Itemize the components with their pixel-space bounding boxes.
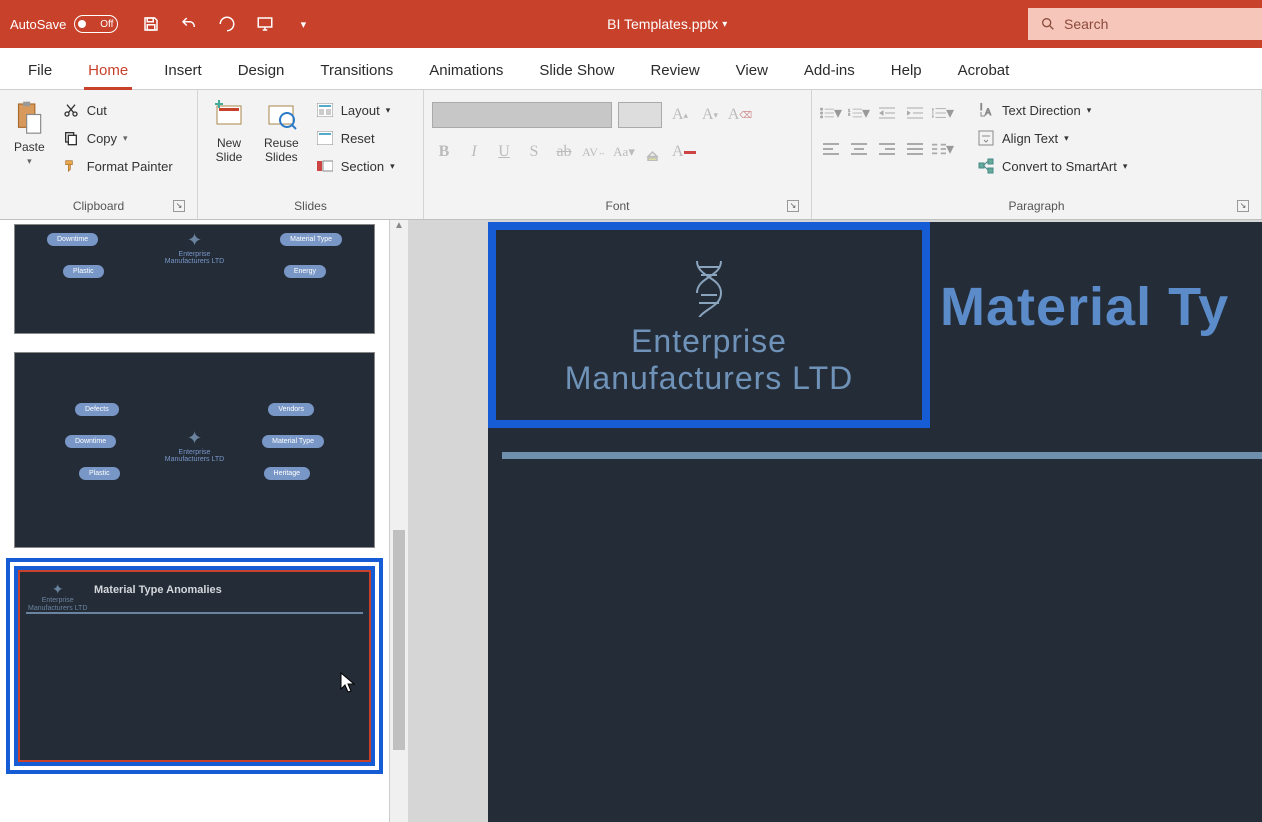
autosave-label: AutoSave (10, 17, 66, 32)
title-bar: AutoSave Off ▾ BI Templates.pptx▾ Search (0, 0, 1262, 48)
slide-thumbnail-pane[interactable]: Downtime Material Type Plastic Energy ✦E… (0, 220, 390, 822)
scissors-icon (61, 100, 81, 120)
thumb-slide-title: Material Type Anomalies (94, 584, 222, 596)
autosave-toggle[interactable]: AutoSave Off (0, 15, 128, 33)
bullets-button[interactable]: ▾ (820, 102, 842, 124)
clipboard-group-label: Clipboard (73, 199, 124, 213)
tab-animations[interactable]: Animations (411, 52, 521, 89)
tab-insert[interactable]: Insert (146, 52, 220, 89)
redo-icon[interactable] (214, 11, 240, 37)
dna-icon (677, 253, 741, 317)
slide-thumbnail[interactable]: Defects Vendors Downtime Material Type P… (14, 352, 375, 548)
cut-button[interactable]: Cut (57, 98, 177, 122)
shadow-button[interactable]: S (522, 140, 546, 164)
paragraph-launcher-icon[interactable]: ↘ (1237, 200, 1249, 212)
undo-icon[interactable] (176, 11, 202, 37)
align-text-button[interactable]: Align Text▾ (972, 126, 1131, 150)
text-direction-icon: IA (976, 100, 996, 120)
convert-smartart-button[interactable]: Convert to SmartArt▾ (972, 154, 1131, 178)
strike-button[interactable]: ab (552, 140, 576, 164)
align-right-button[interactable] (876, 138, 898, 160)
justify-button[interactable] (904, 138, 926, 160)
tab-acrobat[interactable]: Acrobat (940, 52, 1028, 89)
numbering-button[interactable]: 12▾ (848, 102, 870, 124)
tab-design[interactable]: Design (220, 52, 303, 89)
text-direction-button[interactable]: IA Text Direction▾ (972, 98, 1131, 122)
ribbon-tabs: File Home Insert Design Transitions Anim… (0, 48, 1262, 90)
clipboard-launcher-icon[interactable]: ↘ (173, 200, 185, 212)
layout-button[interactable]: Layout▾ (311, 98, 399, 122)
paragraph-group-label: Paragraph (1008, 199, 1064, 213)
present-icon[interactable] (252, 11, 278, 37)
italic-button[interactable]: I (462, 140, 486, 164)
tab-slideshow[interactable]: Slide Show (521, 52, 632, 89)
slides-group-label: Slides (294, 199, 327, 213)
align-text-icon (976, 128, 996, 148)
search-icon (1040, 16, 1056, 32)
increase-font-icon[interactable]: A▴ (668, 103, 692, 127)
svg-text:I: I (980, 102, 983, 112)
search-box[interactable]: Search (1028, 8, 1262, 40)
align-left-button[interactable] (820, 138, 842, 160)
section-icon (315, 156, 335, 176)
font-family-select[interactable] (432, 102, 612, 128)
columns-button[interactable]: ▾ (932, 138, 954, 160)
font-group-label: Font (605, 199, 629, 213)
change-case-button[interactable]: Aa▾ (612, 140, 636, 164)
save-icon[interactable] (138, 11, 164, 37)
decrease-indent-button[interactable] (876, 102, 898, 124)
autosave-switch[interactable]: Off (74, 15, 118, 33)
tab-view[interactable]: View (718, 52, 786, 89)
document-title[interactable]: BI Templates.pptx▾ (326, 16, 1008, 32)
svg-text:A: A (985, 107, 991, 117)
bold-button[interactable]: B (432, 140, 456, 164)
logo-selected-object[interactable]: EnterpriseManufacturers LTD (488, 222, 930, 428)
scroll-up-icon[interactable]: ▲ (390, 220, 408, 236)
paste-button[interactable]: Paste ▾ (8, 94, 51, 171)
slide-title[interactable]: Material Ty (940, 276, 1229, 338)
reuse-slides-button[interactable]: Reuse Slides (258, 94, 305, 168)
tab-transitions[interactable]: Transitions (302, 52, 411, 89)
svg-text:2: 2 (848, 111, 850, 116)
copy-button[interactable]: Copy ▾ (57, 126, 177, 150)
thumbnail-scrollbar[interactable]: ▲ (390, 220, 408, 822)
section-button[interactable]: Section▾ (311, 154, 399, 178)
logo-text: EnterpriseManufacturers LTD (565, 323, 854, 397)
slide-thumbnail-selected[interactable]: ✦EnterpriseManufacturers LTD Material Ty… (14, 566, 375, 766)
font-launcher-icon[interactable]: ↘ (787, 200, 799, 212)
paintbrush-icon (61, 156, 81, 176)
line-spacing-button[interactable]: ▾ (932, 102, 954, 124)
copy-icon (61, 128, 81, 148)
smartart-icon (976, 156, 996, 176)
new-slide-button[interactable]: New Slide (206, 94, 252, 168)
tab-help[interactable]: Help (873, 52, 940, 89)
slide-thumbnail[interactable]: Downtime Material Type Plastic Energy ✦E… (14, 224, 375, 334)
quick-access-toolbar: ▾ (128, 11, 326, 37)
ribbon: Paste ▾ Cut Copy ▾ Format Painter C (0, 90, 1262, 220)
tab-home[interactable]: Home (70, 52, 146, 89)
align-center-button[interactable] (848, 138, 870, 160)
qat-customize-icon[interactable]: ▾ (290, 11, 316, 37)
font-color-button[interactable]: A (672, 140, 696, 164)
underline-button[interactable]: U (492, 140, 516, 164)
tab-addins[interactable]: Add-ins (786, 52, 873, 89)
slide-divider (502, 452, 1262, 459)
reset-icon (315, 128, 335, 148)
reset-button[interactable]: Reset (311, 126, 399, 150)
highlight-button[interactable] (642, 140, 666, 164)
increase-indent-button[interactable] (904, 102, 926, 124)
tab-file[interactable]: File (10, 52, 70, 89)
scroll-thumb[interactable] (393, 530, 405, 750)
slide-editor[interactable]: EnterpriseManufacturers LTD Material Ty (408, 220, 1262, 822)
current-slide[interactable]: EnterpriseManufacturers LTD Material Ty (488, 222, 1262, 822)
clear-formatting-icon[interactable]: A⌫ (728, 103, 752, 127)
layout-icon (315, 100, 335, 120)
tab-review[interactable]: Review (632, 52, 717, 89)
font-size-select[interactable] (618, 102, 662, 128)
format-painter-button[interactable]: Format Painter (57, 154, 177, 178)
search-placeholder: Search (1064, 16, 1108, 32)
decrease-font-icon[interactable]: A▾ (698, 103, 722, 127)
main-area: Downtime Material Type Plastic Energy ✦E… (0, 220, 1262, 822)
char-spacing-button[interactable]: AV↔ (582, 140, 606, 164)
